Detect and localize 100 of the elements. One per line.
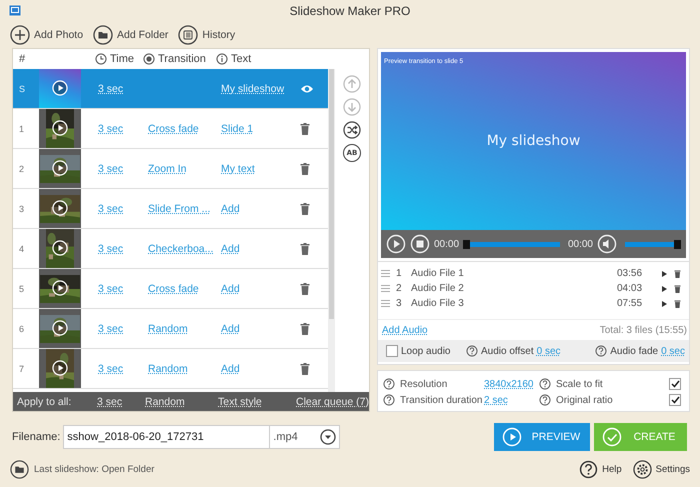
time-link[interactable]: 3 sec [97,396,122,408]
setting-link[interactable]: 2 sec [484,394,508,406]
fade-link[interactable]: 0 sec [661,346,685,356]
time-link[interactable]: 3 sec [98,362,124,374]
time-link[interactable]: 3 sec [98,162,124,174]
transition-link[interactable]: Zoom In [148,162,187,174]
time-link[interactable]: 3 sec [98,122,124,134]
help-icon[interactable] [383,378,395,390]
help-icon[interactable] [595,345,608,357]
text-link[interactable]: Add [221,202,240,214]
checkbox[interactable] [386,345,398,357]
trash-icon[interactable] [300,162,310,174]
transition-link[interactable]: Random [145,396,185,408]
play-icon[interactable] [52,80,68,96]
time-link[interactable]: 3 sec [98,82,124,94]
clear-queue-link[interactable]: Clear queue (7) [296,396,369,408]
text-link[interactable]: Add [221,322,240,334]
stop-button[interactable] [410,234,430,254]
checkbox[interactable] [669,394,681,406]
volume-button[interactable] [597,234,617,254]
play-icon[interactable] [52,280,68,296]
toolbar-button[interactable]: History [178,25,236,45]
shuffle-icon[interactable] [343,121,361,139]
checkbox[interactable] [669,378,681,390]
play-icon[interactable] [52,200,68,216]
slide-row[interactable]: 3 3 sec Slide From ... Add [13,189,328,229]
slide-row[interactable]: 5 3 sec Cross fade Add [13,269,328,309]
audio-file-name: Audio File 3 [411,298,465,309]
play-icon[interactable] [52,360,68,376]
trash-icon[interactable] [300,322,310,334]
slide-row[interactable]: 7 3 sec Random Add [13,349,328,389]
time-link[interactable]: 3 sec [98,242,124,254]
help-link[interactable]: Help [579,460,622,478]
transition-link[interactable]: Cross fade [148,282,199,294]
create-button[interactable]: CREATE [594,423,687,451]
help-icon[interactable] [466,345,478,357]
slider-thumb[interactable] [674,240,681,248]
slide-row[interactable]: S 3 sec My slideshow [13,69,328,109]
clock-icon [95,53,107,65]
text-link[interactable]: Add [221,362,240,374]
extension-dropdown[interactable]: .mp4 [270,425,340,449]
trash-icon[interactable] [300,122,310,134]
filename-label: Filename: [12,431,60,443]
time-link[interactable]: 3 sec [98,322,124,334]
drag-handle-icon[interactable] [381,285,390,292]
toolbar-button[interactable]: Add Folder [93,25,168,45]
seek-bar[interactable] [463,242,560,246]
settings-link[interactable]: Settings [632,460,690,478]
option-label: Scale to fit [556,378,603,390]
transition-link[interactable]: Slide From ... [148,202,210,214]
column-header: # [19,53,26,65]
play-icon[interactable] [52,120,68,136]
text-link[interactable]: My text [221,162,255,174]
transition-link[interactable]: Checkerboa... [148,242,214,254]
slide-row[interactable]: 2 3 sec Zoom In My text [13,149,328,189]
preview-button[interactable]: PREVIEW [494,423,590,451]
text-link[interactable]: Add [221,282,240,294]
toolbar-button[interactable]: Add Photo [10,25,84,45]
play-icon[interactable] [52,320,68,336]
play-icon[interactable] [52,240,68,256]
time-link[interactable]: 3 sec [98,202,124,214]
trash-icon[interactable] [674,284,681,292]
play-button[interactable] [386,234,406,254]
slider-thumb[interactable] [463,240,470,248]
help-icon[interactable] [383,394,395,406]
trash-icon[interactable] [300,362,310,374]
transition-link[interactable]: Cross fade [148,122,199,134]
trash-icon[interactable] [674,300,681,308]
trash-icon[interactable] [300,242,310,254]
current-time: 00:00 [434,238,460,250]
volume-bar[interactable] [625,242,681,246]
setting-label: Resolution [400,378,448,390]
drag-handle-icon[interactable] [381,300,390,307]
slide-row[interactable]: 4 3 sec Checkerboa... Add [13,229,328,269]
help-icon[interactable] [539,394,551,406]
add-audio-link[interactable]: Add Audio [382,324,428,336]
text-link[interactable]: Slide 1 [221,122,254,134]
offset-link[interactable]: 0 sec [536,346,561,356]
slide-row[interactable]: 1 3 sec Cross fade Slide 1 [13,109,328,149]
drag-handle-icon[interactable] [381,270,390,277]
filename-field[interactable]: sshow_2018-06-20_172731 [63,425,270,449]
text-style-link[interactable]: Text style [218,396,262,408]
trash-icon[interactable] [674,270,681,278]
help-icon[interactable] [539,378,551,390]
text-link[interactable]: My slideshow [221,82,284,94]
trash-icon[interactable] [300,202,310,214]
folder-icon[interactable] [10,460,29,478]
row-number: S [18,84,26,94]
play-icon[interactable] [52,160,68,176]
trash-icon[interactable] [300,282,310,294]
slide-row[interactable]: 6 3 sec Random Add [13,309,328,349]
transition-link[interactable]: Random [148,322,188,334]
time-link[interactable]: 3 sec [98,282,124,294]
check-icon [602,427,622,447]
transition-link[interactable]: Random [148,362,188,374]
setting-link[interactable]: 3840x2160 [484,378,534,390]
row-number: 1 [18,124,26,134]
eye-icon[interactable] [300,84,314,94]
text-link[interactable]: Add [221,242,240,254]
scrollbar-thumb[interactable] [329,69,334,319]
